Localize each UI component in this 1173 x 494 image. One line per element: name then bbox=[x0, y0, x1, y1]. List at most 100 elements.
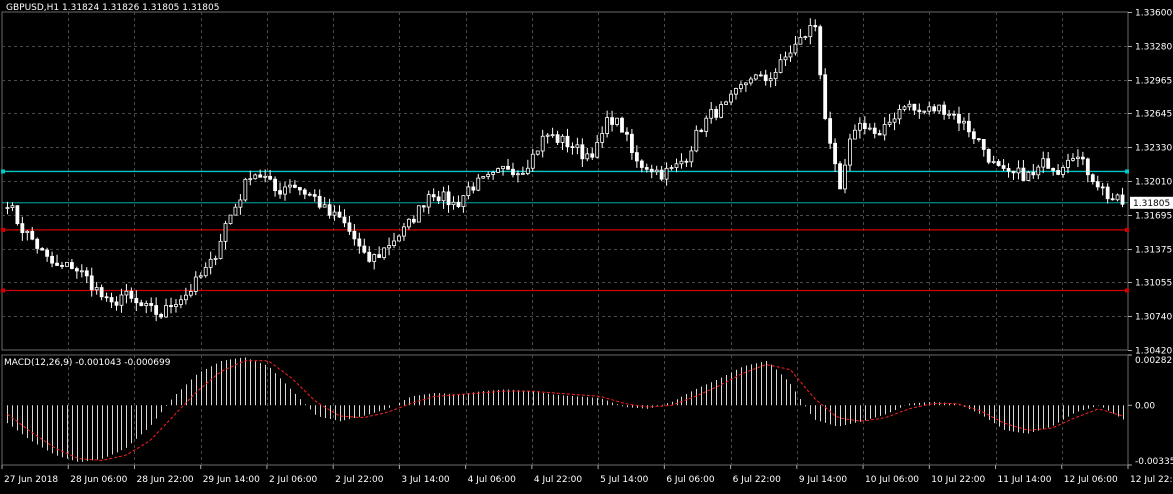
candle bbox=[114, 301, 119, 306]
candle bbox=[887, 121, 892, 125]
candle bbox=[565, 135, 570, 148]
candle bbox=[79, 270, 84, 273]
x-tick-label: 4 Jul 22:00 bbox=[534, 475, 583, 485]
candle bbox=[684, 160, 689, 163]
candle bbox=[228, 214, 233, 224]
candle bbox=[501, 165, 505, 169]
candle bbox=[466, 186, 471, 197]
candle bbox=[1066, 159, 1070, 168]
x-tick-label: 27 Jun 2018 bbox=[4, 475, 58, 485]
candle bbox=[862, 122, 867, 129]
chart-canvas[interactable]: 1.33600 1.33280 1.32965 1.32645 1.32330 1.320… bbox=[0, 0, 1173, 490]
candle bbox=[446, 191, 451, 206]
candle bbox=[986, 149, 991, 163]
x-tick-label: 2 Jul 22:00 bbox=[335, 475, 384, 485]
candle bbox=[748, 78, 753, 84]
candle bbox=[367, 251, 372, 262]
line-handle[interactable] bbox=[1, 288, 5, 293]
candle bbox=[808, 25, 813, 38]
candle bbox=[545, 134, 550, 137]
candle bbox=[699, 129, 704, 132]
candle bbox=[932, 106, 937, 112]
candle bbox=[1115, 194, 1120, 201]
candle bbox=[496, 168, 500, 173]
y-tick-label: 1.32330 bbox=[1135, 144, 1172, 154]
candle bbox=[129, 290, 134, 299]
candle bbox=[585, 153, 590, 160]
candle bbox=[74, 268, 79, 272]
candle bbox=[164, 305, 168, 318]
candle bbox=[823, 74, 828, 119]
candle bbox=[550, 134, 555, 137]
line-handle[interactable] bbox=[1, 169, 5, 174]
candle bbox=[218, 240, 223, 259]
candle bbox=[976, 138, 981, 141]
candle bbox=[307, 193, 312, 196]
candle bbox=[892, 118, 897, 123]
candle bbox=[610, 117, 614, 125]
candle bbox=[991, 161, 996, 163]
candle bbox=[595, 141, 600, 158]
line-handle[interactable] bbox=[1, 227, 5, 232]
candle bbox=[1095, 181, 1100, 188]
macd-y-tick-label: 0.00 bbox=[1135, 401, 1155, 411]
candle bbox=[1041, 158, 1046, 168]
x-tick-label: 4 Jul 06:00 bbox=[468, 475, 517, 485]
candle bbox=[25, 230, 30, 234]
candle bbox=[942, 104, 947, 115]
candle bbox=[952, 113, 956, 116]
candle bbox=[897, 109, 902, 120]
candle bbox=[377, 254, 382, 258]
candle bbox=[491, 172, 496, 175]
candle bbox=[352, 230, 357, 240]
candle bbox=[387, 245, 391, 249]
candle bbox=[620, 117, 624, 133]
line-handle[interactable] bbox=[1125, 227, 1129, 232]
candle bbox=[1026, 171, 1031, 181]
y-tick-label: 1.30420 bbox=[1135, 347, 1172, 357]
line-handle[interactable] bbox=[1125, 169, 1129, 174]
candle bbox=[471, 186, 476, 191]
candle bbox=[476, 177, 481, 191]
candle bbox=[734, 88, 738, 95]
candle bbox=[555, 134, 560, 143]
candle bbox=[659, 169, 664, 180]
candle bbox=[238, 199, 243, 208]
candle bbox=[798, 37, 803, 45]
candle bbox=[1001, 165, 1006, 169]
candle bbox=[169, 305, 173, 307]
line-handle[interactable] bbox=[1125, 288, 1129, 293]
candle bbox=[763, 74, 768, 82]
candle bbox=[644, 167, 649, 170]
candle bbox=[511, 168, 515, 176]
x-tick-label: 5 Jul 14:00 bbox=[600, 475, 649, 485]
x-tick-label: 12 Jul 22:00 bbox=[1130, 475, 1173, 485]
x-tick-label: 10 Jul 22:00 bbox=[931, 475, 985, 485]
candle bbox=[322, 204, 327, 208]
candle bbox=[89, 275, 94, 291]
candle bbox=[937, 104, 942, 112]
price-panel[interactable]: 1.33600 1.33280 1.32965 1.32645 1.32330 1.320… bbox=[1, 9, 1173, 357]
candle bbox=[872, 127, 877, 134]
candle bbox=[223, 223, 228, 242]
candle bbox=[416, 205, 421, 223]
candle bbox=[1046, 158, 1051, 169]
candle bbox=[818, 26, 823, 76]
candle bbox=[342, 216, 347, 224]
x-tick-label: 28 Jun 06:00 bbox=[70, 475, 127, 485]
candle bbox=[441, 191, 446, 202]
candle bbox=[65, 262, 69, 267]
candle bbox=[966, 120, 971, 133]
candle bbox=[625, 131, 629, 135]
candle bbox=[84, 270, 89, 277]
candle bbox=[213, 258, 218, 260]
y-tick-label: 1.31055 bbox=[1135, 279, 1172, 289]
chart-window[interactable]: 1.33600 1.33280 1.32965 1.32645 1.32330 1.320… bbox=[0, 0, 1173, 490]
x-tick-label: 2 Jul 06:00 bbox=[269, 475, 318, 485]
x-tick-label: 6 Jul 06:00 bbox=[666, 475, 715, 485]
macd-panel[interactable]: 0.002826 0.00 -0.003355 bbox=[1, 354, 1173, 467]
candle bbox=[302, 189, 307, 195]
candle bbox=[575, 144, 580, 148]
candle bbox=[258, 174, 263, 178]
candle bbox=[70, 262, 74, 269]
